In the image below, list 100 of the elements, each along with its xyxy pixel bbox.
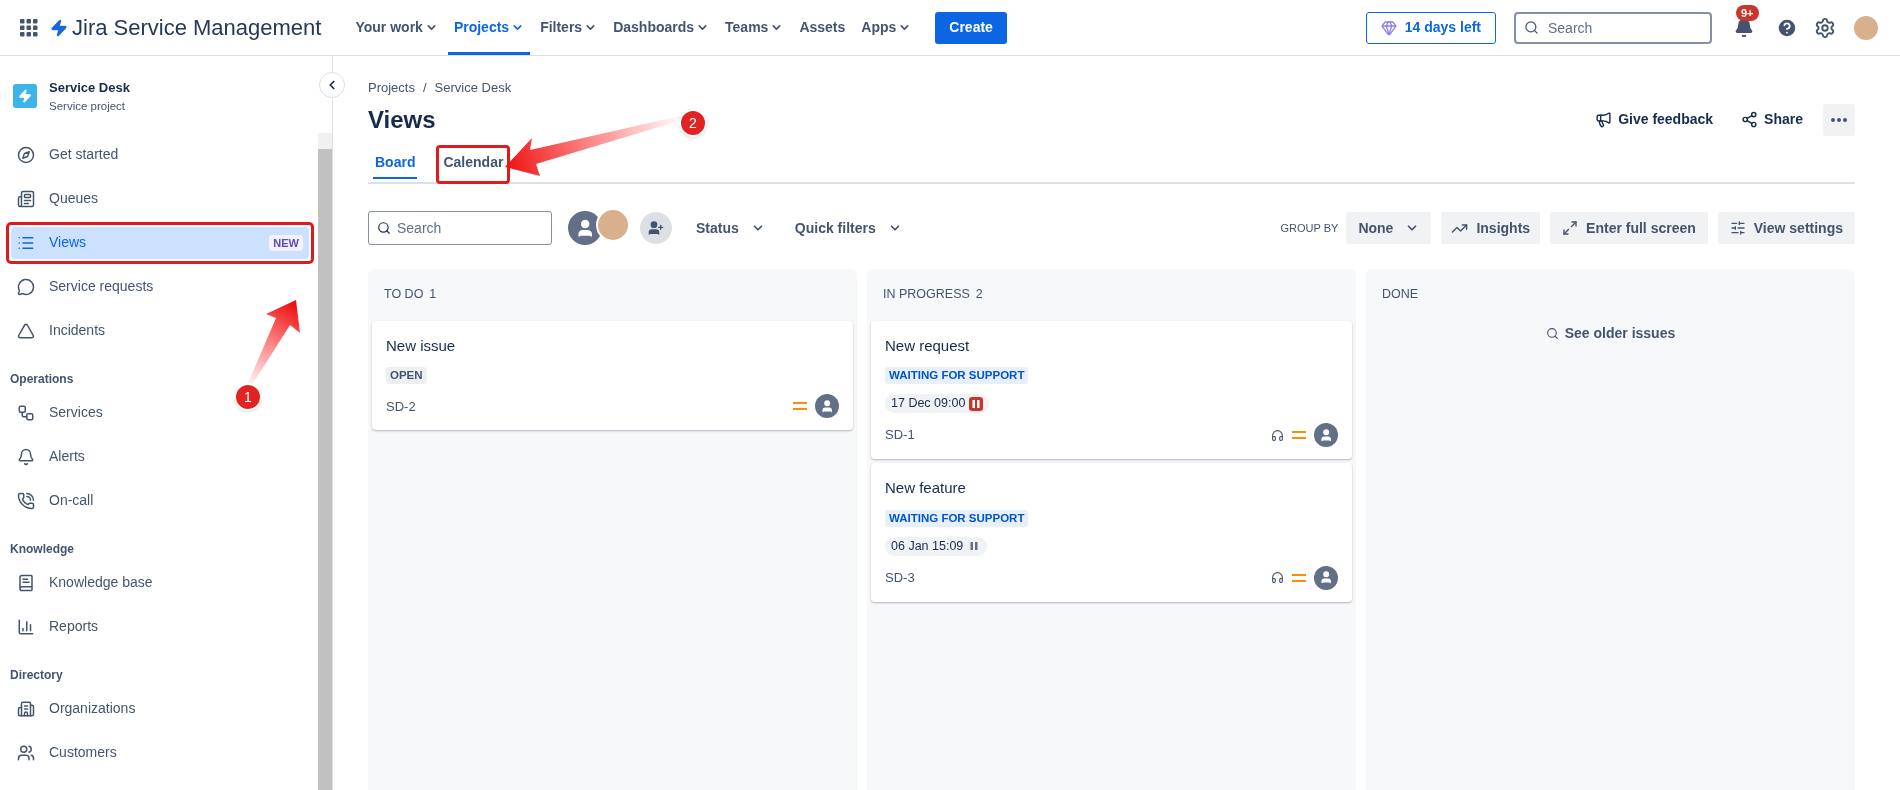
document-icon [17, 189, 35, 208]
column-count: 1 [429, 286, 437, 304]
nav-tab[interactable]: Your work [349, 0, 444, 55]
breadcrumb-separator: / [422, 79, 427, 97]
search-icon [1545, 326, 1559, 340]
building-icon [17, 699, 35, 718]
add-person-icon [648, 220, 664, 236]
speech-bubble-icon [17, 277, 35, 296]
issue-key: SD-3 [885, 567, 915, 588]
megaphone-icon [1595, 111, 1613, 128]
section-heading: Operations [9, 370, 75, 388]
insights-button[interactable]: Insights [1441, 212, 1541, 244]
sidebar-item[interactable]: Queues [11, 182, 309, 215]
status-lozenge: OPEN [386, 367, 427, 385]
give-feedback-button[interactable]: Give feedback [1587, 103, 1722, 136]
assignee-avatar-icon [815, 394, 839, 419]
card-title: New feature [885, 478, 967, 498]
phone-icon [17, 491, 35, 510]
collapse-button[interactable] [319, 72, 345, 98]
status-lozenge: WAITING FOR SUPPORT [885, 509, 1029, 527]
status-filter[interactable]: Status [692, 212, 769, 244]
more-icon [1831, 117, 1847, 122]
annotation-number: 2 [679, 109, 707, 137]
nodes-icon [17, 403, 35, 422]
project-name[interactable]: Service Desk [49, 78, 130, 98]
nav-tab[interactable]: Filters [534, 0, 604, 55]
search-icon [1524, 20, 1539, 35]
more-button[interactable] [1823, 103, 1855, 136]
nav-tab[interactable]: Teams [719, 0, 790, 55]
search-icon [377, 221, 391, 235]
assignee-avatar-icon [1314, 423, 1338, 447]
group-by-dropdown[interactable]: None [1346, 212, 1432, 244]
column-title: IN PROGRESS [883, 286, 970, 304]
trial-button[interactable]: 14 days left [1365, 11, 1496, 44]
bell-icon [17, 447, 35, 466]
sidebar-item[interactable]: Reports [11, 610, 309, 643]
section-heading: Knowledge [9, 540, 75, 558]
see-older-issues-link[interactable]: See older issues [1545, 322, 1676, 344]
project-type: Service project [49, 98, 127, 114]
column-title: DONE [1382, 286, 1419, 304]
avatar-icon [568, 211, 602, 245]
sidebar-item[interactable]: Customers [11, 736, 309, 769]
view-settings-button[interactable]: View settings [1717, 212, 1855, 244]
sidebar-item[interactable]: Service requests [11, 270, 309, 303]
view-tab[interactable]: Board [373, 151, 418, 179]
annotation-number: 1 [234, 383, 262, 411]
sidebar-item[interactable]: Organizations [11, 692, 309, 725]
nav-tab[interactable]: Assets [793, 0, 852, 55]
issue-key: SD-2 [386, 396, 416, 416]
column-title: TO DO [384, 286, 424, 304]
sidebar-item[interactable]: Knowledge base [11, 566, 309, 599]
breadcrumb-link[interactable]: Service Desk [434, 78, 512, 98]
sidebar-item[interactable]: On-call [11, 484, 309, 517]
board-search-field[interactable]: Search [368, 211, 552, 245]
issue-card[interactable]: New issue OPEN SD-2 [372, 320, 853, 431]
share-icon [1741, 111, 1759, 128]
quick-filters-dropdown[interactable]: Quick filters [790, 212, 906, 244]
people-icon [17, 743, 35, 762]
issue-card[interactable]: New request WAITING FOR SUPPORT 17 Dec 09:00 SD-1 [871, 320, 1352, 459]
sidebar-item[interactable]: Incidents [11, 314, 309, 347]
bar-chart-icon [17, 617, 35, 636]
assignee-avatar-icon [1314, 565, 1338, 590]
sidebar-item[interactable]: Get started [11, 138, 309, 171]
nav-tab[interactable]: Apps [855, 0, 918, 55]
share-button[interactable]: Share [1733, 103, 1811, 136]
column-count: 2 [975, 286, 983, 304]
breadcrumb-link[interactable]: Projects [368, 78, 415, 98]
create-button[interactable]: Create [935, 11, 1007, 44]
full-screen-button[interactable]: Enter full screen [1550, 212, 1708, 244]
card-title: New issue [386, 335, 457, 356]
status-lozenge: WAITING FOR SUPPORT [885, 367, 1029, 385]
search-field[interactable]: Search [1514, 11, 1712, 44]
sla-tag: 17 Dec 09:00 [885, 394, 990, 413]
sidebar-item[interactable]: Alerts [11, 440, 309, 473]
notification-badge: 9+ [1736, 4, 1759, 21]
equals-icon [1292, 430, 1306, 440]
view-tab[interactable]: Calendar [441, 151, 506, 179]
issue-card[interactable]: New feature WAITING FOR SUPPORT 06 Jan 15:09 SD-3 [871, 463, 1352, 602]
expand-icon [1562, 220, 1579, 236]
nav-tab[interactable]: Dashboards [607, 0, 716, 55]
new-badge: NEW [269, 234, 303, 251]
add-people-button[interactable] [640, 212, 672, 244]
nav-tab[interactable]: Projects [447, 0, 531, 55]
gem-icon [1380, 19, 1397, 36]
logo-icon [50, 18, 68, 37]
triangle-icon [17, 321, 35, 340]
issue-key: SD-1 [885, 425, 915, 445]
compass-icon [17, 145, 35, 164]
sliders-icon [1729, 220, 1746, 236]
settings-icon[interactable] [1814, 16, 1836, 39]
app-switcher-icon[interactable] [20, 18, 38, 37]
sidebar-item[interactable]: Views NEW [11, 226, 309, 259]
project-logo [13, 84, 37, 109]
sla-tag: 06 Jan 15:09 [885, 536, 988, 556]
equals-icon [1292, 572, 1306, 583]
help-icon[interactable] [1776, 16, 1798, 39]
equals-icon [793, 401, 807, 412]
section-heading: Directory [9, 666, 64, 684]
group-by-label: GROUP BY [1280, 220, 1339, 236]
product-name[interactable]: Jira Service Management [72, 11, 322, 44]
